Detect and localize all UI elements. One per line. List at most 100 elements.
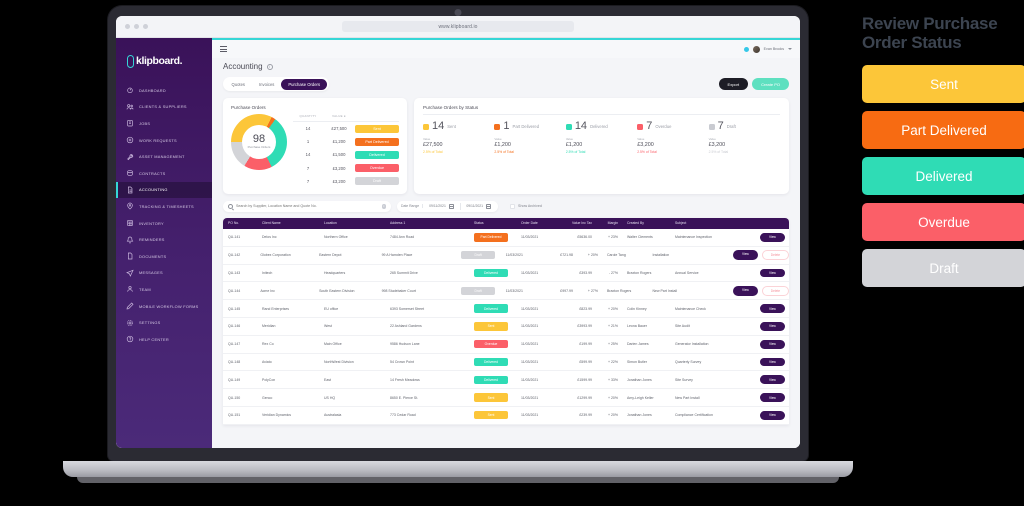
app-root: klipboard. DASHBOARD CLIENTS & SUPPLIERS J… (116, 38, 800, 448)
column-header[interactable]: Created By (622, 221, 670, 225)
status-badge: Sent (474, 322, 508, 331)
hamburger-icon[interactable] (220, 46, 227, 52)
column-header[interactable]: Address 1 (385, 221, 469, 225)
sidebar-item-label: MESSAGES (139, 270, 163, 276)
cell-status: Delivered (469, 304, 516, 313)
sidebar-item-label: MOBILE WORKFLOW FORMS (139, 303, 199, 309)
sidebar-item-dashboard[interactable]: DASHBOARD (116, 82, 212, 99)
sidebar-item-help-center[interactable]: HELP CENTER (116, 331, 212, 348)
column-header[interactable]: Margin (596, 221, 622, 225)
cell-actions: View (755, 232, 789, 242)
sidebar-item-documents[interactable]: DOCUMENTS (116, 248, 212, 265)
show-archived-toggle[interactable]: Show Archived (510, 203, 542, 209)
column-header[interactable]: Client Name (257, 221, 319, 225)
status-color-swatch (708, 123, 715, 130)
cell-margin: + 20% (607, 395, 618, 400)
purchase-orders-card-title: Purchase Orders (231, 105, 266, 110)
cell-order-date: 11/03/2021 (521, 324, 539, 329)
table-row[interactable]: QU-151 Veridian Dynamics Australasia 773 Ce… (223, 407, 789, 425)
sidebar-item-mobile-workflow-forms[interactable]: MOBILE WORKFLOW FORMS (116, 298, 212, 315)
sidebar-item-inventory[interactable]: INVENTORY (116, 215, 212, 232)
column-header[interactable]: Order Date (516, 221, 556, 225)
cell-actions: View Delete (728, 285, 789, 296)
cell-value: £3993.99 (577, 324, 592, 329)
tab-quotes[interactable]: Quotes (225, 79, 253, 90)
avatar[interactable] (752, 45, 760, 53)
column-header[interactable]: Subject (670, 221, 755, 225)
cell-actions: View (755, 321, 789, 331)
view-button[interactable]: View (760, 232, 785, 242)
delete-button[interactable]: Delete (761, 250, 789, 261)
table-row[interactable]: QU-143 Initech Headquarters 265 Summit Driv… (223, 265, 789, 283)
tab-invoices[interactable]: Invoices (252, 79, 281, 90)
minimize-icon[interactable] (134, 24, 139, 29)
po-status-pill: Delivered (355, 150, 399, 159)
calendar-icon[interactable] (486, 203, 492, 209)
status-percent: 2.5% of Total (565, 150, 586, 154)
column-header[interactable]: Status (469, 221, 516, 225)
calendar-icon[interactable] (448, 203, 454, 209)
view-button[interactable]: View (760, 393, 785, 402)
close-icon[interactable] (125, 24, 130, 29)
search-box[interactable]: × (223, 200, 391, 212)
table-row[interactable]: QU-146 Meridian West 22 Ashland Gardens Sent… (223, 318, 789, 336)
clipboard-icon (126, 119, 134, 127)
window-controls[interactable] (125, 24, 148, 29)
sidebar-item-accounting[interactable]: ACCOUNTING (116, 181, 212, 199)
export-button[interactable]: Export (718, 78, 749, 90)
table-row[interactable]: QU-144 Acme Inc South Eastern Division 998 … (223, 282, 789, 301)
delete-button[interactable]: Delete (761, 285, 789, 296)
maximize-icon[interactable] (143, 24, 148, 29)
create-po-button[interactable]: Create PO (752, 78, 789, 90)
chevron-down-icon[interactable] (788, 48, 792, 50)
cell-client-name: Aviato (262, 359, 272, 364)
info-icon[interactable]: i (266, 63, 273, 70)
date-to-field[interactable]: 09/11/2021 (463, 203, 494, 209)
sidebar-item-clients-suppliers[interactable]: CLIENTS & SUPPLIERS (116, 99, 212, 116)
table-row[interactable]: QU-147 Rex Co Main Office 9586 Hudson Lane O… (223, 336, 789, 354)
sidebar-item-work-requests[interactable]: WORK REQUESTS (116, 132, 212, 149)
cell-actions: View (755, 375, 789, 385)
bell-dot-icon[interactable] (743, 46, 749, 52)
address-bar[interactable]: www.klipboard.io (342, 21, 574, 32)
date-range-control[interactable]: Date Range 09/11/2021 09/11/2021 (397, 200, 499, 212)
view-button[interactable]: View (732, 250, 758, 261)
view-button[interactable]: View (732, 285, 758, 296)
view-button[interactable]: View (760, 357, 785, 367)
sidebar-item-settings[interactable]: SETTINGS (116, 314, 212, 331)
sidebar-item-messages[interactable]: MESSAGES (116, 265, 212, 282)
column-value: VALUE £ (332, 114, 346, 118)
sidebar-item-team[interactable]: TEAM (116, 281, 212, 298)
sidebar-item-contracts[interactable]: CONTRACTS (116, 165, 212, 182)
cell-created-by: Braxton Rogers (606, 288, 632, 293)
column-header[interactable]: Location (319, 221, 385, 225)
status-label: Sent (447, 124, 456, 129)
view-button[interactable]: View (760, 375, 785, 385)
view-button[interactable]: View (760, 321, 785, 331)
clear-icon[interactable]: × (381, 204, 386, 209)
view-button[interactable]: View (760, 304, 785, 313)
search-input[interactable] (236, 204, 379, 209)
date-from-field[interactable]: 09/11/2021 (426, 203, 457, 209)
table-row[interactable]: QU-141 Delos Inc Northern Office 7484 Ann R… (223, 229, 789, 247)
view-button[interactable]: View (760, 339, 785, 349)
column-header[interactable]: Value Inc Tax (556, 221, 596, 225)
sidebar-item-reminders[interactable]: REMINDERS (116, 231, 212, 248)
sidebar-item-tracking-timesheets[interactable]: TRACKING & TIMESHEETS (116, 198, 212, 215)
sidebar-item-label: TEAM (139, 286, 151, 292)
column-header[interactable]: PO No. (223, 221, 257, 225)
checkbox-icon[interactable] (510, 203, 516, 209)
sidebar-item-jobs[interactable]: JOBS (116, 115, 212, 132)
table-row[interactable]: QU-150 Genco US HQ 8650 E. Pierce St. Sent 11… (223, 389, 789, 407)
view-button[interactable]: View (760, 268, 785, 278)
donut-center: 98 Purchase Orders (242, 125, 276, 159)
table-row[interactable]: QU-145 Rand Enterprises EU office 6393 Some… (223, 300, 789, 318)
sidebar-item-asset-management[interactable]: ASSET MANAGEMENT (116, 148, 212, 165)
tab-purchase-orders[interactable]: Purchase Orders (281, 78, 328, 90)
view-button[interactable]: View (760, 410, 785, 420)
laptop-mockup: www.klipboard.io klipboard. DASHBOARD CLI… (63, 6, 853, 483)
table-row[interactable]: QU-142 Globex Corporation Eastern Depot 99 … (223, 247, 789, 265)
brand-logo[interactable]: klipboard. (116, 38, 212, 72)
table-row[interactable]: QU-148 Aviato NorthWest Division 54 Crown P… (223, 354, 789, 372)
table-row[interactable]: QU-149 PolyCon East 14 Fresh Meadows Deliver… (223, 371, 789, 390)
